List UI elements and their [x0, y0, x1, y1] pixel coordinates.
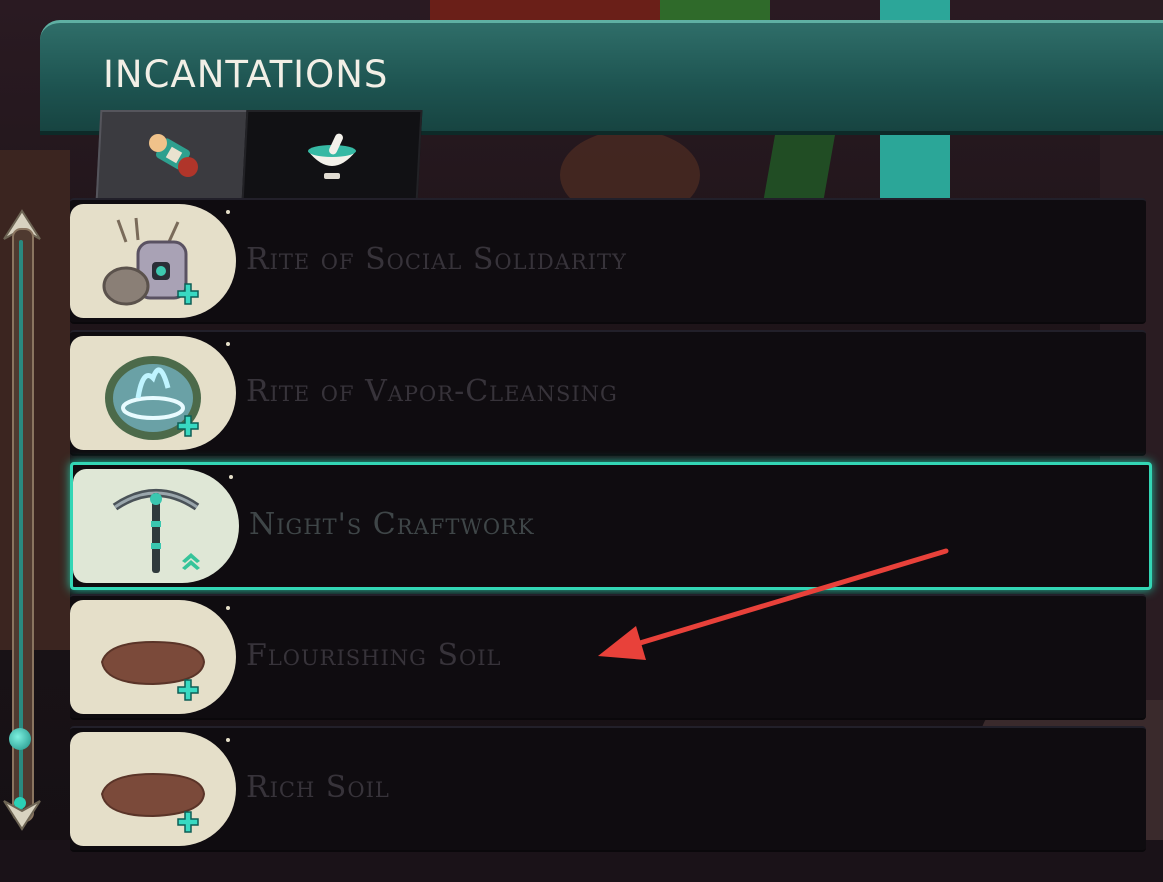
item-name: Flourishing Soil	[246, 638, 502, 673]
scroll-icon	[149, 134, 198, 177]
item-icon-badge	[70, 336, 236, 450]
item-icon-badge	[70, 600, 236, 714]
item-icon-badge	[70, 732, 236, 846]
list-item[interactable]: Rite of Social Solidarity	[70, 198, 1146, 324]
tab-incantations[interactable]	[95, 110, 253, 202]
item-name: Rite of Vapor-Cleansing	[246, 374, 618, 409]
upgrade-chevron-icon	[182, 553, 200, 570]
list-item[interactable]: Flourishing Soil	[70, 594, 1146, 720]
item-icon-badge	[73, 469, 239, 583]
tab-alchemy[interactable]	[241, 110, 423, 202]
item-name: Rite of Social Solidarity	[246, 242, 627, 277]
list-item[interactable]: Rich Soil	[70, 726, 1146, 852]
plus-icon	[177, 679, 199, 701]
item-name: Night's Craftwork	[249, 507, 535, 542]
list-item[interactable]: Rite of Vapor-Cleansing	[70, 330, 1146, 456]
list-item-selected[interactable]: Night's Craftwork	[70, 462, 1152, 590]
item-name: Rich Soil	[246, 770, 390, 805]
scroll-down-arrow[interactable]	[0, 795, 44, 835]
mortar-pestle-icon	[308, 133, 356, 179]
page-title: INCANTATIONS	[103, 53, 389, 96]
plus-icon	[177, 283, 199, 305]
scrollbar-thumb[interactable]	[9, 728, 31, 750]
plus-icon	[177, 811, 199, 833]
item-icon-badge	[70, 204, 236, 318]
plus-icon	[177, 415, 199, 437]
